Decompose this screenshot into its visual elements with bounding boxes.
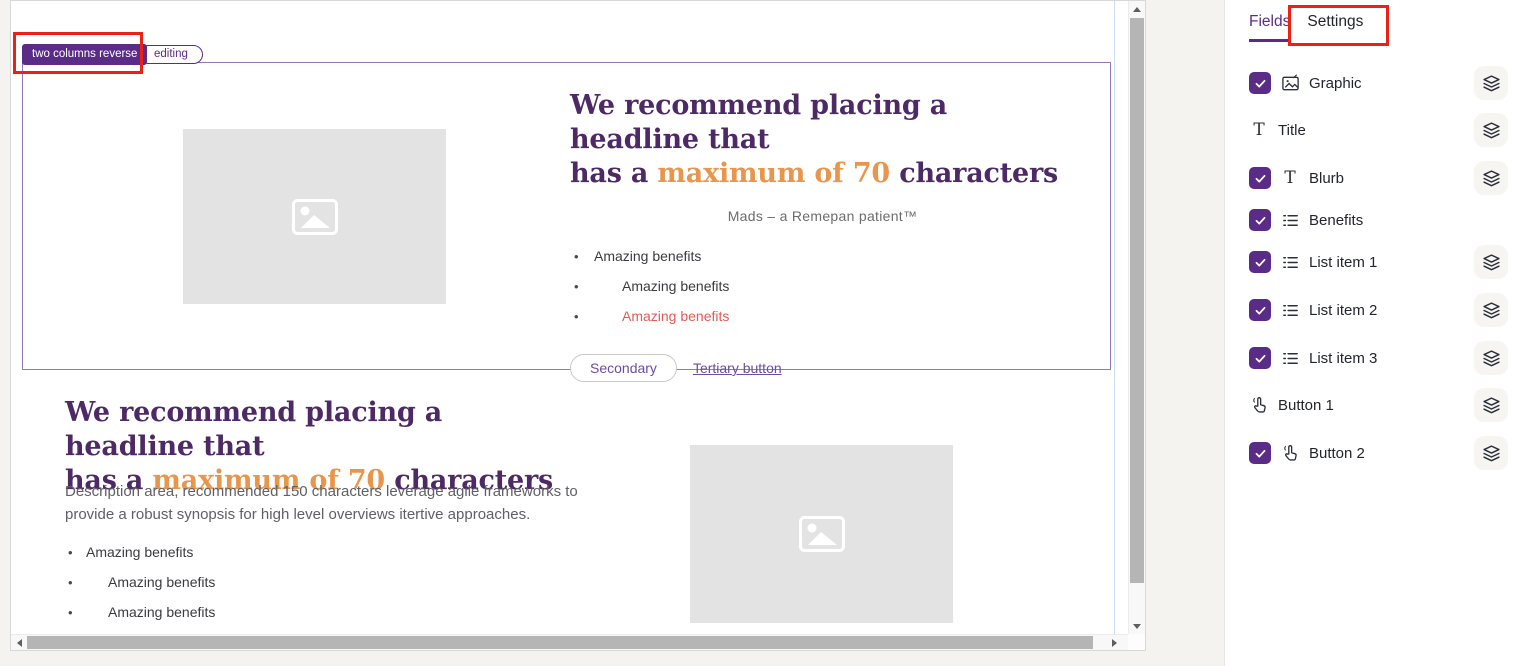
layers-button[interactable]	[1474, 66, 1508, 100]
layers-button[interactable]	[1474, 161, 1508, 195]
image-placeholder[interactable]	[690, 445, 953, 623]
scroll-down-button[interactable]	[1129, 618, 1145, 634]
bullet-text: Amazing benefits	[108, 604, 215, 621]
bullet-text: Amazing benefits	[594, 248, 701, 265]
tertiary-button[interactable]: Tertiary button	[693, 360, 782, 376]
layers-button[interactable]	[1474, 436, 1508, 470]
image-icon	[292, 199, 338, 235]
field-label: List item 1	[1309, 254, 1377, 271]
field-label: Benefits	[1309, 212, 1363, 229]
horizontal-scrollbar[interactable]	[11, 634, 1128, 650]
bullet-dot: •	[574, 248, 582, 265]
list-icon	[1280, 252, 1300, 272]
field-checkbox[interactable]	[1249, 167, 1271, 189]
secondary-button[interactable]: Secondary	[570, 354, 677, 382]
section1-headline: We recommend placing a headline that has…	[570, 89, 1075, 191]
bullet-item: • Amazing benefits	[574, 278, 1075, 308]
field-row-benefits: Benefits	[1249, 197, 1531, 243]
section2-description: Description area, recommended 150 charac…	[65, 480, 580, 526]
content-frame-edge	[1114, 1, 1115, 635]
scrollbar-corner	[1128, 634, 1145, 650]
field-label: Button 2	[1309, 445, 1365, 462]
field-label: Title	[1278, 122, 1306, 139]
field-row-graphic: Graphic	[1249, 60, 1531, 106]
bullet-item: • Amazing benefits	[68, 604, 488, 634]
field-checkbox[interactable]	[1249, 72, 1271, 94]
vertical-scrollbar-thumb[interactable]	[1130, 18, 1144, 583]
button-icon	[1249, 395, 1269, 415]
field-checkbox[interactable]	[1249, 209, 1271, 231]
bullet-dot: •	[68, 604, 76, 621]
button-icon	[1280, 443, 1300, 463]
headline-highlight: maximum of 70	[657, 158, 890, 189]
field-label: Button 1	[1278, 397, 1334, 414]
field-label: Blurb	[1309, 170, 1344, 187]
field-label: List item 2	[1309, 302, 1377, 319]
bullet-item: • Amazing benefits	[68, 544, 488, 574]
field-row-title: T Title	[1249, 107, 1531, 153]
section1-bullet-list: • Amazing benefits • Amazing benefits • Amazi…	[570, 248, 1075, 338]
image-icon	[1280, 73, 1300, 93]
editor-canvas: two columns reverse editing We recommend…	[10, 0, 1146, 651]
template-section-selected: We recommend placing a headline that has…	[22, 62, 1111, 370]
editing-tag: editing	[139, 45, 203, 64]
image-placeholder[interactable]	[183, 129, 446, 304]
list-icon	[1280, 210, 1300, 230]
field-checkbox[interactable]	[1249, 347, 1271, 369]
layers-button[interactable]	[1474, 388, 1508, 422]
image-icon	[799, 516, 845, 552]
headline-line1: We recommend placing a headline that	[570, 90, 947, 155]
bullet-text: Amazing benefits	[108, 574, 215, 591]
bullet-dot: •	[68, 544, 76, 561]
section2-bullet-list: • Amazing benefits • Amazing benefits • Amazi…	[68, 544, 488, 634]
bullet-text: Amazing benefits	[86, 544, 193, 561]
field-row-blurb: T Blurb	[1249, 155, 1531, 201]
headline-line2-post: characters	[890, 158, 1058, 189]
bullet-item: • Amazing benefits	[68, 574, 488, 604]
text-icon: T	[1249, 120, 1269, 140]
bullet-item: • Amazing benefits	[574, 248, 1075, 278]
field-list: Graphic T Title T Blurb Benefits List item 1 Li…	[1249, 0, 1531, 666]
bullet-text: Amazing benefits	[622, 278, 729, 295]
field-row-list-item-1: List item 1	[1249, 239, 1531, 285]
field-row-list-item-2: List item 2	[1249, 287, 1531, 333]
field-label: Graphic	[1309, 75, 1362, 92]
field-checkbox[interactable]	[1249, 442, 1271, 464]
field-checkbox[interactable]	[1249, 251, 1271, 273]
scroll-left-button[interactable]	[11, 635, 27, 651]
bullet-dot: •	[574, 278, 582, 295]
bullet-item: • Amazing benefits	[574, 308, 1075, 338]
text-icon: T	[1280, 168, 1300, 188]
field-row-button-1: Button 1	[1249, 382, 1531, 428]
headline-line2-pre: has a	[570, 158, 657, 189]
list-icon	[1280, 348, 1300, 368]
field-row-list-item-3: List item 3	[1249, 335, 1531, 381]
horizontal-scrollbar-thumb[interactable]	[27, 636, 1093, 649]
template-tag: two columns reverse	[22, 44, 147, 65]
vertical-scrollbar[interactable]	[1128, 1, 1145, 634]
layers-button[interactable]	[1474, 293, 1508, 327]
section1-byline: Mads – a Remepan patient™	[570, 208, 1075, 224]
field-label: List item 3	[1309, 350, 1377, 367]
fields-panel: Fields Settings GraphicTTitleTBlurbBenef…	[1224, 0, 1531, 666]
headline-line1: We recommend placing a headline that	[65, 397, 442, 462]
scroll-up-button[interactable]	[1129, 1, 1145, 17]
scroll-right-button[interactable]	[1106, 635, 1122, 651]
bullet-dot: •	[68, 574, 76, 591]
field-row-button-2: Button 2	[1249, 430, 1531, 476]
bullet-text: Amazing benefits	[622, 308, 729, 325]
layers-button[interactable]	[1474, 113, 1508, 147]
list-icon	[1280, 300, 1300, 320]
bullet-dot: •	[574, 308, 582, 325]
layers-button[interactable]	[1474, 245, 1508, 279]
layers-button[interactable]	[1474, 341, 1508, 375]
field-checkbox[interactable]	[1249, 299, 1271, 321]
